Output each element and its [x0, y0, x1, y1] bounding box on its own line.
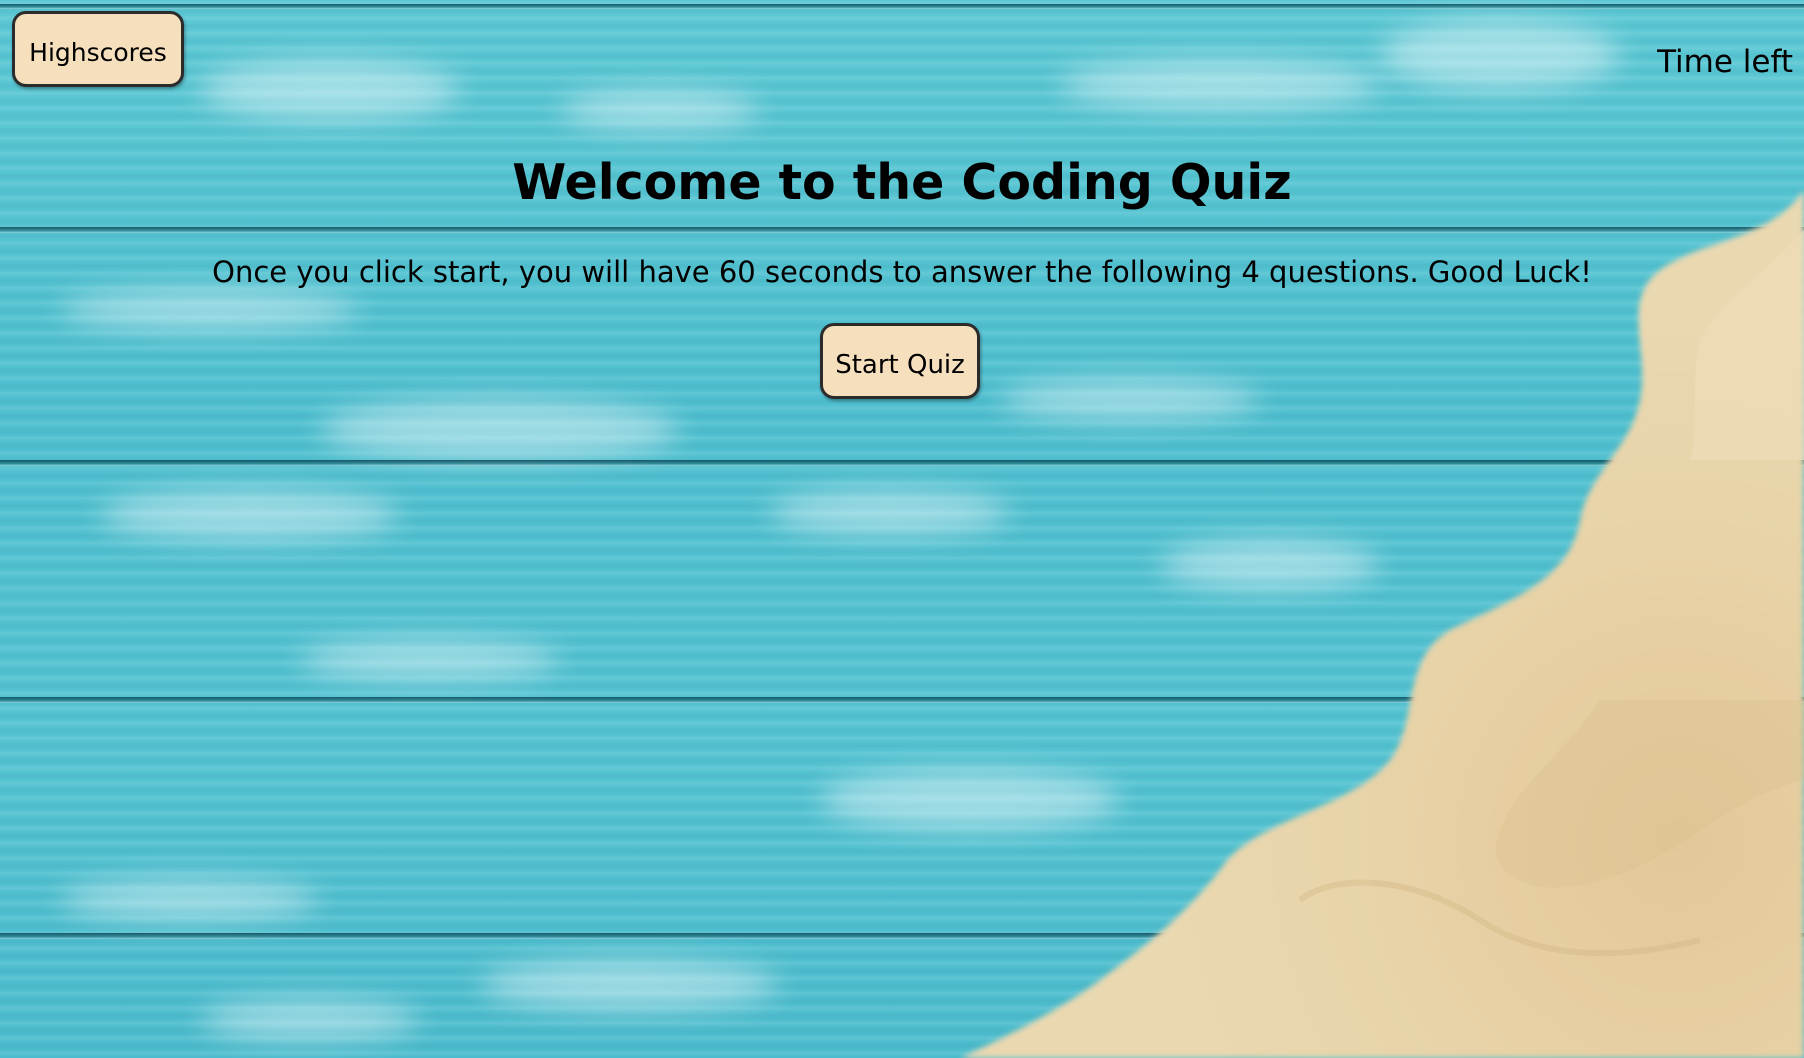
highscores-button[interactable]: Highscores [12, 11, 184, 87]
time-left-label: Time left [1657, 44, 1793, 80]
quiz-instructions: Once you click start, you will have 60 s… [212, 255, 1592, 289]
start-quiz-button[interactable]: Start Quiz [820, 323, 980, 399]
page-title: Welcome to the Coding Quiz [512, 154, 1292, 211]
